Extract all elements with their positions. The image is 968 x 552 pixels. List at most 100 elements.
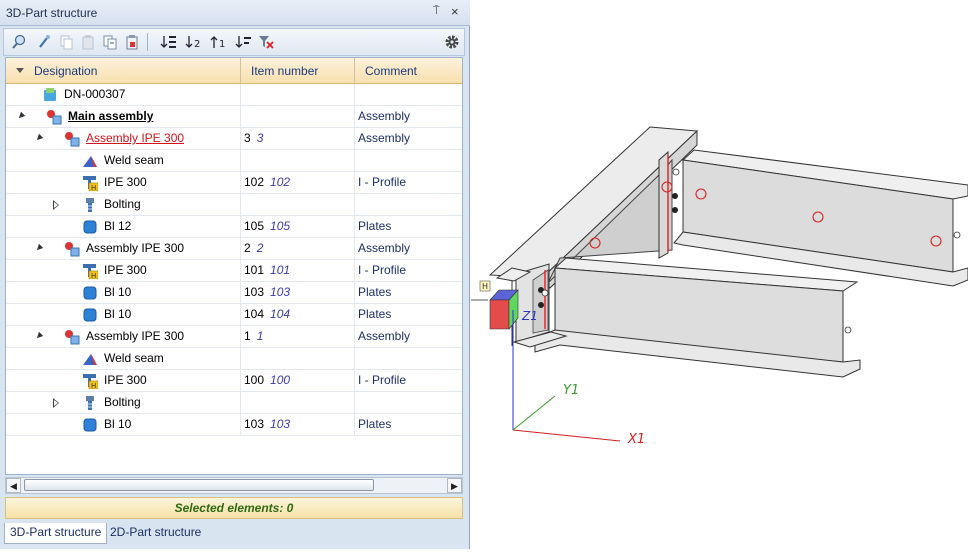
item-number-cell[interactable]: 100 100	[241, 370, 355, 392]
column-comment[interactable]: Comment	[355, 58, 462, 84]
designation-cell[interactable]: Bl 10	[6, 282, 241, 304]
expand-toggle-icon[interactable]	[53, 398, 59, 408]
comment-cell[interactable]: Assembly	[355, 326, 462, 348]
comment-cell[interactable]: Plates	[355, 282, 462, 304]
copy-to-icon[interactable]	[100, 32, 120, 52]
comment-cell[interactable]: I - Profile	[355, 172, 462, 194]
collapse-toggle-icon[interactable]	[34, 331, 44, 341]
tree-row[interactable]: H IPE 300 102 102 I - Profile	[6, 172, 462, 194]
search-icon[interactable]	[9, 32, 29, 52]
comment-cell[interactable]	[355, 194, 462, 216]
designation-cell[interactable]: H IPE 300	[6, 370, 241, 392]
comment-cell[interactable]	[355, 150, 462, 172]
designation-cell[interactable]: Bl 10	[6, 414, 241, 436]
tree-row[interactable]: Assembly IPE 300 2 2 Assembly	[6, 238, 462, 260]
item-number-cell[interactable]	[241, 194, 355, 216]
comment-cell[interactable]	[355, 348, 462, 370]
item-number-cell[interactable]: 11	[241, 326, 355, 348]
comment-cell[interactable]: I - Profile	[355, 260, 462, 282]
tree-row[interactable]: H IPE 300 100 100 I - Profile	[6, 370, 462, 392]
sort-list-icon[interactable]	[234, 32, 254, 52]
designation-cell[interactable]: Assembly IPE 300	[6, 128, 241, 150]
tree-row[interactable]: Bolting	[6, 194, 462, 216]
column-item-number[interactable]: Item number	[241, 58, 355, 84]
designation-cell[interactable]: Main assembly	[6, 106, 241, 128]
view-cube-front[interactable]	[489, 299, 510, 330]
tree-row[interactable]: Weld seam	[6, 150, 462, 172]
plate-icon	[82, 285, 98, 301]
collapse-toggle-icon[interactable]	[34, 133, 44, 143]
item-number-cell[interactable]: 104 104	[241, 304, 355, 326]
item-number-cell[interactable]	[241, 84, 355, 106]
tree-row[interactable]: Bl 10 104 104 Plates	[6, 304, 462, 326]
item-number-cell[interactable]: 33	[241, 128, 355, 150]
designation-cell[interactable]: Assembly IPE 300	[6, 238, 241, 260]
comment-cell[interactable]: I - Profile	[355, 370, 462, 392]
designation-cell[interactable]: Bl 12	[6, 216, 241, 238]
filter-clear-icon[interactable]	[256, 32, 276, 52]
expand-toggle-icon[interactable]	[53, 200, 59, 210]
paste-to-icon[interactable]	[122, 32, 142, 52]
item-number-cell[interactable]	[241, 392, 355, 414]
item-number-cell[interactable]: 102 102	[241, 172, 355, 194]
designation-cell[interactable]: Weld seam	[6, 150, 241, 172]
designation-cell[interactable]: Bl 10	[6, 304, 241, 326]
comment-cell[interactable]: Plates	[355, 304, 462, 326]
designation-cell[interactable]: Assembly IPE 300	[6, 326, 241, 348]
scroll-right-icon[interactable]: ▶	[447, 478, 462, 493]
item-number-cell[interactable]	[241, 150, 355, 172]
designation-cell[interactable]: Weld seam	[6, 348, 241, 370]
scroll-thumb[interactable]	[24, 479, 374, 491]
tree-row[interactable]: DN-000307	[6, 84, 462, 106]
comment-cell[interactable]: Assembly	[355, 238, 462, 260]
designation-cell[interactable]: DN-000307	[6, 84, 241, 106]
brush-icon[interactable]	[34, 32, 54, 52]
designation-cell[interactable]: H IPE 300	[6, 260, 241, 282]
comment-cell[interactable]: Plates	[355, 216, 462, 238]
tree-row[interactable]: Assembly IPE 300 3 3 Assembly	[6, 128, 462, 150]
comment-cell[interactable]: Assembly	[355, 106, 462, 128]
3d-viewport[interactable]: H X1 Y1 Z1	[471, 0, 968, 549]
comment-cell[interactable]	[355, 392, 462, 414]
horizontal-scrollbar[interactable]: ◀ ▶	[5, 477, 463, 494]
tree-row[interactable]: Bl 12 105 105 Plates	[6, 216, 462, 238]
tree-row[interactable]: Weld seam	[6, 348, 462, 370]
tree-row[interactable]: Bl 10 103 103 Plates	[6, 414, 462, 436]
item-number-cell[interactable]: 103 103	[241, 282, 355, 304]
item-number-cell[interactable]: 101 101	[241, 260, 355, 282]
item-number-cell[interactable]: 22	[241, 238, 355, 260]
designation-cell[interactable]: Bolting	[6, 194, 241, 216]
scroll-left-icon[interactable]: ◀	[6, 478, 21, 493]
close-icon[interactable]: ×	[451, 4, 459, 19]
designation-cell[interactable]: H IPE 300	[6, 172, 241, 194]
tree-row[interactable]: Main assembly Assembly	[6, 106, 462, 128]
item-number-cell[interactable]	[241, 106, 355, 128]
designation-cell[interactable]: Bolting	[6, 392, 241, 414]
tab-2d-part-structure[interactable]: 2D-Part structure	[105, 523, 206, 544]
sort-item-asc-icon[interactable]	[159, 32, 179, 52]
tree-row[interactable]: H IPE 300 101 101 I - Profile	[6, 260, 462, 282]
item-number-italic: 101	[270, 263, 291, 277]
collapse-toggle-icon[interactable]	[34, 243, 44, 253]
sort-up-1-icon[interactable]: 1	[209, 32, 229, 52]
item-number-cell[interactable]	[241, 348, 355, 370]
part-structure-panel: 3D-Part structure ⍑ × 2 1 Designation It…	[0, 0, 470, 549]
gear-icon[interactable]	[442, 32, 462, 52]
comment-cell[interactable]	[355, 84, 462, 106]
column-designation[interactable]: Designation	[6, 58, 241, 84]
item-number-cell[interactable]: 103 103	[241, 414, 355, 436]
tree-row[interactable]: Bolting	[6, 392, 462, 414]
tree-row[interactable]: Bl 10 103 103 Plates	[6, 282, 462, 304]
copy-icon[interactable]	[56, 32, 76, 52]
tree-row[interactable]: Assembly IPE 300 1 1 Assembly	[6, 326, 462, 348]
comment-cell[interactable]: Assembly	[355, 128, 462, 150]
sort-down-2-icon[interactable]: 2	[184, 32, 204, 52]
comment-cell[interactable]: Plates	[355, 414, 462, 436]
pin-icon[interactable]: ⍑	[433, 5, 440, 18]
tab-3d-part-structure[interactable]: 3D-Part structure	[4, 523, 108, 544]
paste-icon[interactable]	[78, 32, 98, 52]
panel-titlebar[interactable]: 3D-Part structure ⍑ ×	[0, 0, 470, 26]
item-number-cell[interactable]: 105 105	[241, 216, 355, 238]
3d-model-view[interactable]: H X1 Y1 Z1	[471, 0, 968, 549]
collapse-toggle-icon[interactable]	[16, 111, 26, 121]
